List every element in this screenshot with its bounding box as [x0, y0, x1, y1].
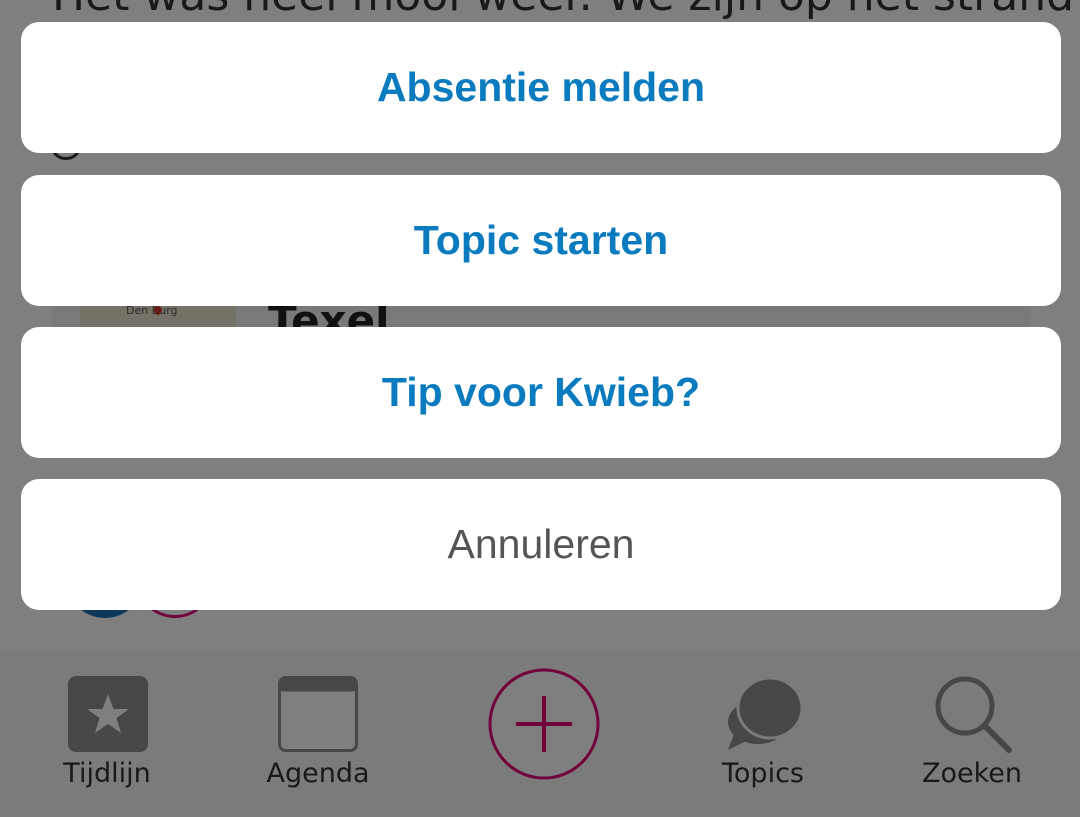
start-topic-button[interactable]: Topic starten [21, 175, 1061, 306]
cancel-button[interactable]: Annuleren [21, 479, 1061, 610]
report-absence-button[interactable]: Absentie melden [21, 22, 1061, 153]
tip-button[interactable]: Tip voor Kwieb? [21, 327, 1061, 458]
